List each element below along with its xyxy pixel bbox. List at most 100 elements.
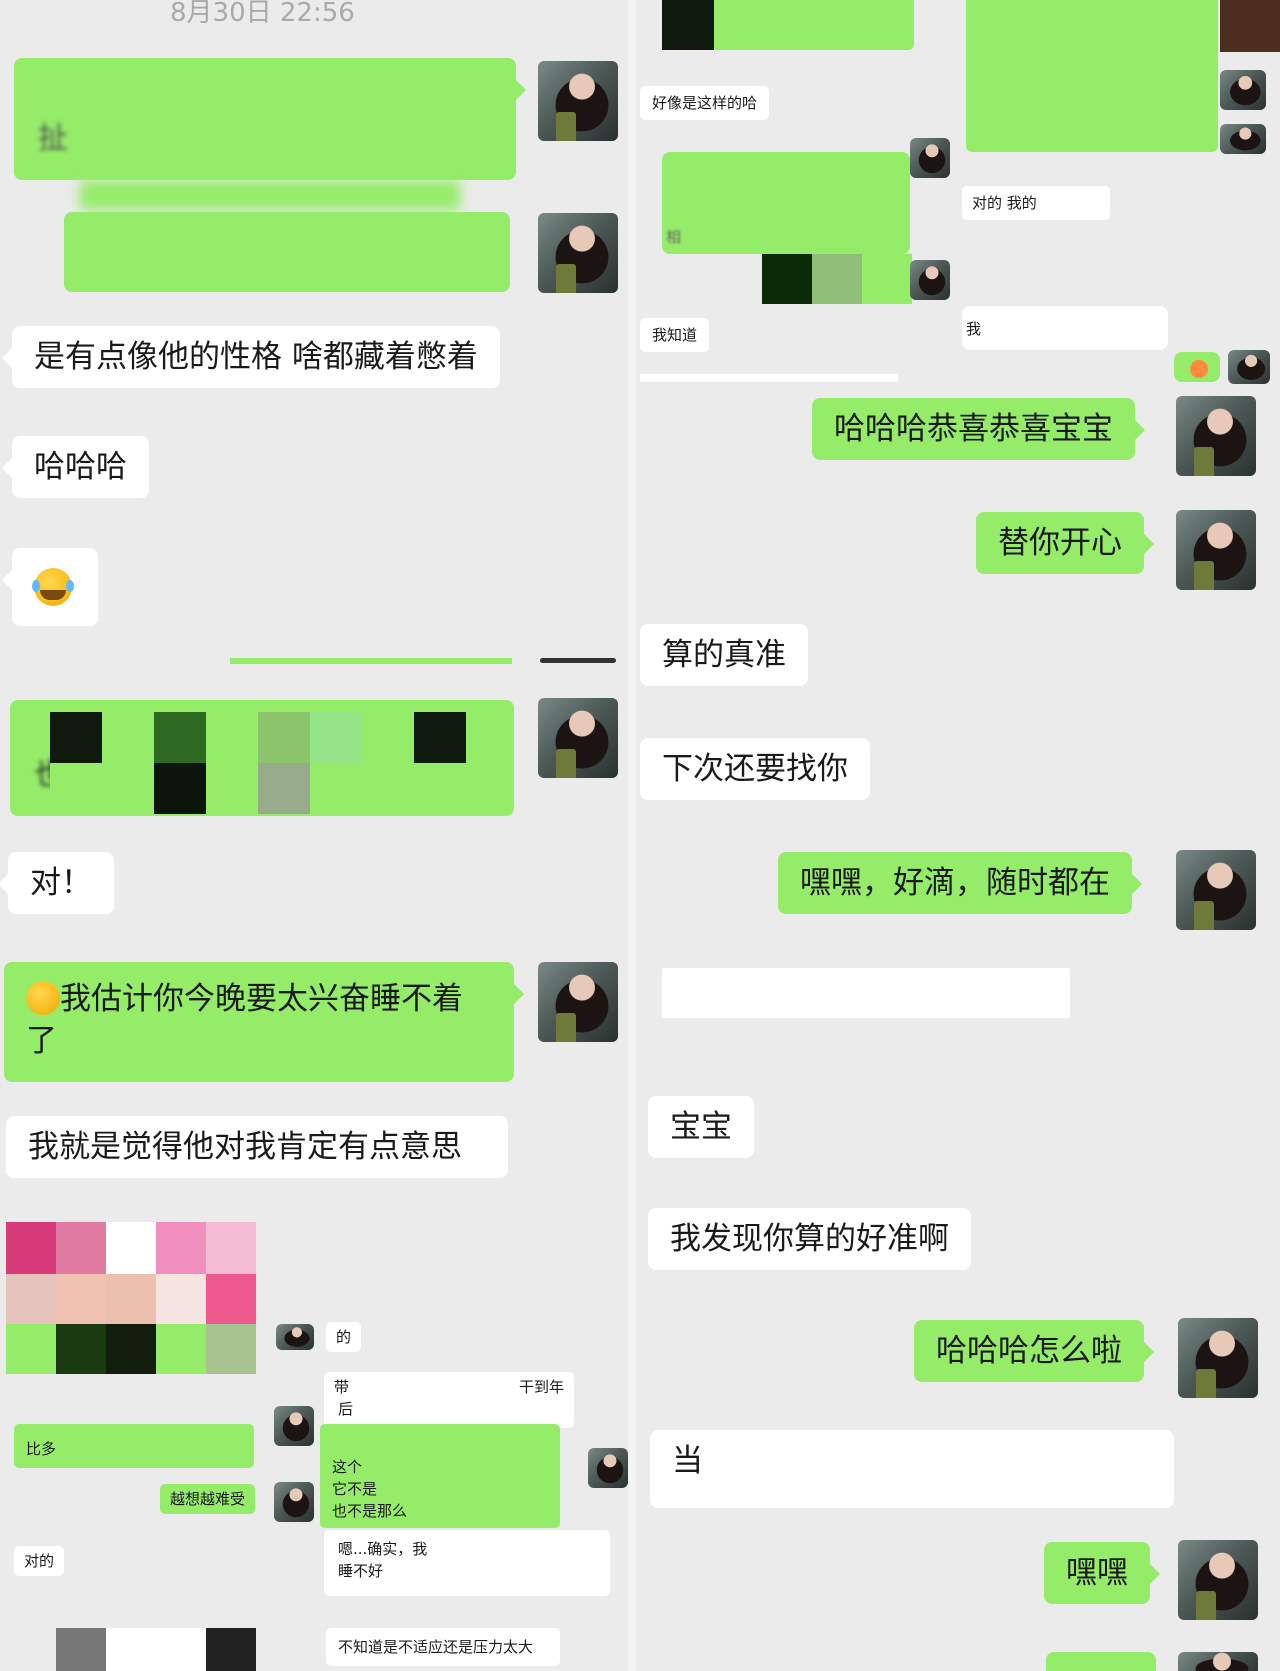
- left-chat-column: 8月30日 22:56 扯 是有点像他的性格 啥都藏着憋着 哈哈哈 也 对！ 我: [0, 0, 628, 1671]
- message-bubble-received[interactable]: 带 干到年 后: [324, 1372, 574, 1428]
- blurred-region: [80, 180, 460, 210]
- message-bubble-received[interactable]: 的: [326, 1322, 362, 1352]
- avatar[interactable]: [274, 1406, 314, 1446]
- message-text: 嘿嘿: [1066, 1555, 1128, 1591]
- message-bubble-sent[interactable]: 也: [10, 700, 514, 816]
- message-bubble-received[interactable]: 当: [650, 1430, 1174, 1508]
- cropped-bubble: [230, 658, 512, 664]
- message-bubble-sent[interactable]: 哈哈哈恭喜恭喜宝宝: [812, 398, 1145, 460]
- message-text: 睡不好: [338, 1562, 384, 1580]
- message-bubble-received[interactable]: 下次还要找你: [640, 738, 870, 800]
- message-bubble-sent[interactable]: 相: [662, 152, 910, 254]
- message-text: 嗯...确实，我: [338, 1540, 428, 1558]
- message-bubble-sent[interactable]: [1046, 1652, 1156, 1671]
- avatar[interactable]: [538, 962, 618, 1042]
- cropped-avatar: [1220, 0, 1280, 52]
- message-text: 后: [338, 1400, 354, 1418]
- message-bubble-received[interactable]: 嗯...确实，我 睡不好: [324, 1530, 610, 1596]
- avatar[interactable]: [1176, 396, 1256, 476]
- message-text: 嘿嘿，好滴，随时都在: [800, 865, 1110, 901]
- message-bubble-sent[interactable]: [64, 212, 510, 292]
- message-text: 的: [336, 1328, 352, 1346]
- small-emoji: [1190, 360, 1208, 378]
- message-text: 相: [666, 228, 682, 246]
- message-text: 我估计你今晚要太兴奋睡不着了: [26, 981, 463, 1059]
- avatar[interactable]: [538, 213, 618, 293]
- avatar[interactable]: [538, 698, 618, 778]
- message-bubble-sent[interactable]: 嘿嘿: [1044, 1542, 1160, 1604]
- message-bubble-received[interactable]: 好像是这样的哈: [640, 86, 770, 120]
- message-bubble-received[interactable]: 我就是觉得他对我肯定有点意思: [6, 1116, 508, 1178]
- avatar[interactable]: [1178, 1318, 1258, 1398]
- message-text: 也不是那么: [332, 1502, 408, 1520]
- cropped-avatar: [540, 658, 616, 663]
- message-bubble-sent[interactable]: 哈哈哈怎么啦: [914, 1320, 1154, 1382]
- message-bubble-sent[interactable]: [662, 0, 914, 50]
- pixelated-image: [6, 1222, 256, 1326]
- message-text: 带: [334, 1378, 350, 1396]
- avatar[interactable]: [276, 1324, 314, 1350]
- avatar[interactable]: [538, 61, 618, 141]
- message-text: 是有点像他的性格 啥都藏着憋着: [34, 339, 478, 375]
- message-bubble-received[interactable]: 哈哈哈: [2, 436, 149, 498]
- avatar[interactable]: [1220, 124, 1266, 154]
- message-bubble-received[interactable]: 对的: [14, 1546, 65, 1576]
- pixelated-censor: [6, 1628, 256, 1671]
- crying-laughing-emoji: [32, 568, 74, 606]
- message-text: 下次还要找你: [662, 751, 848, 787]
- avatar[interactable]: [274, 1482, 314, 1522]
- message-bubble-sent[interactable]: 这个 它不是 也不是那么: [320, 1424, 560, 1528]
- message-bubble-sent[interactable]: 扯: [14, 58, 526, 180]
- message-text: 对的: [24, 1552, 55, 1570]
- cropped-bubble: [640, 374, 898, 382]
- message-bubble-sent[interactable]: 嘿嘿，好滴，随时都在: [778, 852, 1142, 914]
- avatar[interactable]: [1176, 510, 1256, 590]
- message-bubble-received[interactable]: 算的真准: [640, 624, 808, 686]
- message-text: 好像是这样的哈: [652, 94, 758, 112]
- message-text: 对！: [30, 865, 92, 901]
- thinking-emoji: [26, 981, 60, 1015]
- message-text: 替你开心: [998, 525, 1122, 561]
- message-text: 我: [966, 320, 982, 338]
- message-text: 不知道是不适应还是压力太大: [338, 1638, 534, 1656]
- chat-timestamp: 8月30日 22:56: [170, 0, 355, 28]
- message-bubble-received[interactable]: 对的 我的: [962, 186, 1110, 220]
- message-bubble-received[interactable]: [2, 548, 98, 626]
- message-bubble-received[interactable]: 我知道: [640, 318, 710, 352]
- message-bubble-sent[interactable]: 我估计你今晚要太兴奋睡不着了: [4, 962, 524, 1082]
- pixelated-censor: [6, 1324, 256, 1374]
- avatar[interactable]: [1178, 1652, 1258, 1671]
- message-text: 越想越难受: [170, 1490, 246, 1508]
- avatar[interactable]: [1178, 1540, 1258, 1620]
- message-bubble-sent[interactable]: 越想越难受: [160, 1484, 256, 1514]
- message-text: 哈哈哈怎么啦: [936, 1333, 1122, 1369]
- message-text: 这个: [332, 1458, 363, 1476]
- right-chat-column: 好像是这样的哈 相 对的 我的 我 我知道 哈哈哈恭喜恭喜宝宝 替你开心 算的真…: [636, 0, 1280, 1671]
- message-text: 对的 我的: [972, 194, 1037, 212]
- pixelated-censor: [762, 254, 912, 304]
- message-bubble-received[interactable]: [662, 968, 1070, 1018]
- message-bubble-sent[interactable]: 比多: [14, 1424, 254, 1468]
- message-bubble-sent[interactable]: [966, 0, 1218, 152]
- avatar[interactable]: [1176, 850, 1256, 930]
- message-text: 干到年: [518, 1378, 564, 1396]
- message-text: 算的真准: [662, 637, 786, 673]
- message-text: 哈哈哈恭喜恭喜宝宝: [834, 411, 1113, 447]
- message-bubble-sent[interactable]: [1174, 352, 1220, 382]
- avatar[interactable]: [910, 138, 950, 178]
- message-bubble-received[interactable]: 我: [962, 306, 1168, 350]
- pixelated-censor: [50, 712, 466, 814]
- message-bubble-received[interactable]: 是有点像他的性格 啥都藏着憋着: [2, 326, 500, 388]
- message-bubble-sent[interactable]: 替你开心: [976, 512, 1154, 574]
- avatar[interactable]: [588, 1448, 628, 1488]
- pixelated-censor: [662, 0, 714, 50]
- avatar[interactable]: [1228, 350, 1270, 384]
- avatar[interactable]: [1220, 70, 1266, 110]
- message-bubble-received[interactable]: 宝宝: [648, 1096, 754, 1158]
- screenshot-divider: [628, 0, 636, 1671]
- message-bubble-received[interactable]: 我发现你算的好准啊: [648, 1208, 971, 1270]
- avatar[interactable]: [910, 260, 950, 300]
- message-text: 哈哈哈: [34, 449, 127, 485]
- message-bubble-received[interactable]: 不知道是不适应还是压力太大: [326, 1628, 560, 1666]
- message-bubble-received[interactable]: 对！: [0, 852, 114, 914]
